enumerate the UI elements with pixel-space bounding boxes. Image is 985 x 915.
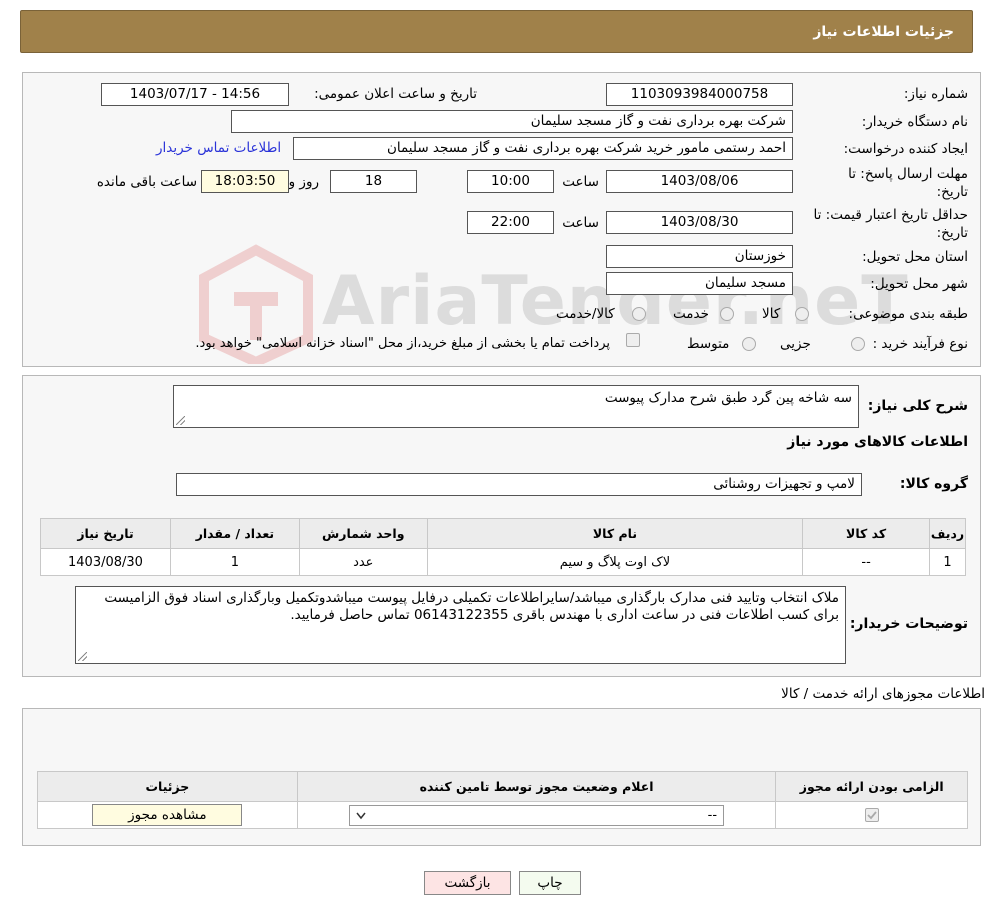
chevron-down-icon [356,812,366,819]
city-field: مسجد سلیمان [606,272,793,295]
category-label: طبقه بندی موضوعی: [848,306,968,322]
col-name: نام کالا [426,518,804,549]
category-radio-goods[interactable] [795,307,809,321]
process-radio-minor[interactable] [851,337,865,351]
province-field: خوزستان [606,245,793,268]
category-radio-goods-service[interactable] [632,307,646,321]
goods-table: ردیف کد کالا نام کالا واحد شمارش تعداد /… [40,518,966,576]
goods-table-header: ردیف کد کالا نام کالا واحد شمارش تعداد /… [40,518,966,549]
col-code: کد کالا [802,518,931,549]
deadline-label-date: تاریخ: [936,184,968,200]
license-status-select[interactable]: -- [349,804,725,826]
validity-label-date: تاریخ: [936,225,968,241]
deadline-time-field: 10:00 [467,170,554,193]
table-row: 1 -- لاک اوت پلاگ و سیم عدد 1 1403/08/30 [40,548,966,576]
process-option-medium: متوسط [687,336,730,352]
buyer-notes-textarea[interactable]: ملاک انتخاب وتایید فنی مدارک بارگذاری می… [75,586,846,664]
category-radio-service[interactable] [720,307,734,321]
deadline-date-field: 1403/08/06 [606,170,793,193]
treasury-note: پرداخت تمام یا بخشی از مبلغ خرید،از محل … [195,336,610,351]
table-row: -- مشاهده مجوز [37,801,968,829]
remaining-label: ساعت باقی مانده [96,174,197,190]
goods-group-field: لامپ و تجهیزات روشنائی [176,473,862,496]
summary-textarea[interactable]: سه شاخه پین گرد طبق شرح مدارک پیوست [173,385,859,428]
buyer-contact-link[interactable]: اطلاعات تماس خریدار [156,140,281,156]
cell-status: -- [296,801,777,829]
need-number-label: شماره نیاز: [903,86,968,102]
cell-name: لاک اوت پلاگ و سیم [426,548,804,576]
goods-group-label: گروه کالا: [899,476,968,492]
resize-grip-icon[interactable] [78,652,87,661]
resize-grip-icon[interactable] [176,416,185,425]
requester-label: ایجاد کننده درخواست: [843,141,968,157]
col-date: تاریخ نیاز [40,518,171,549]
back-button[interactable]: بازگشت [424,871,511,895]
licenses-table: الزامی بودن ارائه مجوز اعلام وضعیت مجوز … [37,771,968,829]
category-option-service: خدمت [673,306,709,322]
process-label: نوع فرآیند خرید : [872,336,968,352]
cell-unit: عدد [298,548,428,576]
category-option-goods: کالا [762,306,781,322]
cell-qty: 1 [169,548,300,576]
treasury-checkbox[interactable] [626,333,640,347]
validity-time-label: ساعت [562,215,599,231]
print-button[interactable]: چاپ [519,871,581,895]
province-label: استان محل تحویل: [862,249,968,265]
select-value: -- [707,807,718,823]
col-unit: واحد شمارش [298,518,428,549]
page-header: جزئیات اطلاعات نیاز [20,10,973,53]
cell-view: مشاهده مجوز [37,801,298,829]
col-details: جزئیات [37,771,298,802]
days-label: روز و [288,174,319,190]
validity-date-field: 1403/08/30 [606,211,793,234]
licenses-title: اطلاعات مجوزهای ارائه خدمت / کالا [781,686,985,702]
col-row: ردیف [929,518,966,549]
goods-title: اطلاعات کالاهای مورد نیاز [787,434,968,450]
validity-time-field: 22:00 [467,211,554,234]
buyer-org-field: شرکت بهره برداری نفت و گاز مسجد سلیمان [231,110,793,133]
buyer-org-label: نام دستگاه خریدار: [861,114,968,130]
validity-label: حداقل تاریخ اعتبار قیمت: تا [813,207,968,223]
announce-label: تاریخ و ساعت اعلان عمومی: [314,86,477,102]
process-radio-medium[interactable] [742,337,756,351]
summary-label: شرح کلی نیاز: [867,398,968,414]
view-license-button[interactable]: مشاهده مجوز [92,804,243,826]
need-number-field: 1103093984000758 [606,83,793,106]
check-icon [867,811,877,820]
licenses-table-header: الزامی بودن ارائه مجوز اعلام وضعیت مجوز … [37,771,968,802]
required-checkbox[interactable] [864,808,879,822]
cell-required [775,801,968,829]
col-status: اعلام وضعیت مجوز توسط تامین کننده [296,771,777,802]
cell-row: 1 [929,548,966,576]
cell-code: -- [802,548,931,576]
deadline-label: مهلت ارسال پاسخ: تا [848,166,968,182]
process-option-minor: جزیی [780,336,811,352]
days-field: 18 [330,170,417,193]
col-qty: تعداد / مقدار [169,518,300,549]
city-label: شهر محل تحویل: [870,276,968,292]
announce-field: 1403/07/17 - 14:56 [101,83,289,106]
requester-field: احمد رستمی مامور خرید شرکت بهره برداری ن… [293,137,793,160]
deadline-time-label: ساعت [562,174,599,190]
buyer-notes-line2: برای کسب اطلاعات فنی در ساعت اداری با مه… [290,607,839,623]
col-required: الزامی بودن ارائه مجوز [775,771,968,802]
page-title: جزئیات اطلاعات نیاز [813,24,954,40]
goods-table-wrap: ردیف کد کالا نام کالا واحد شمارش تعداد /… [40,518,966,576]
cell-date: 1403/08/30 [40,548,171,576]
category-option-goods-service: کالا/خدمت [556,306,615,322]
licenses-table-wrap: الزامی بودن ارائه مجوز اعلام وضعیت مجوز … [37,771,968,829]
remaining-time-field: 18:03:50 [201,170,289,193]
buyer-notes-line1: ملاک انتخاب وتایید فنی مدارک بارگذاری می… [104,590,839,606]
buyer-notes-label: توضیحات خریدار: [849,616,968,632]
summary-text: سه شاخه پین گرد طبق شرح مدارک پیوست [604,390,852,406]
